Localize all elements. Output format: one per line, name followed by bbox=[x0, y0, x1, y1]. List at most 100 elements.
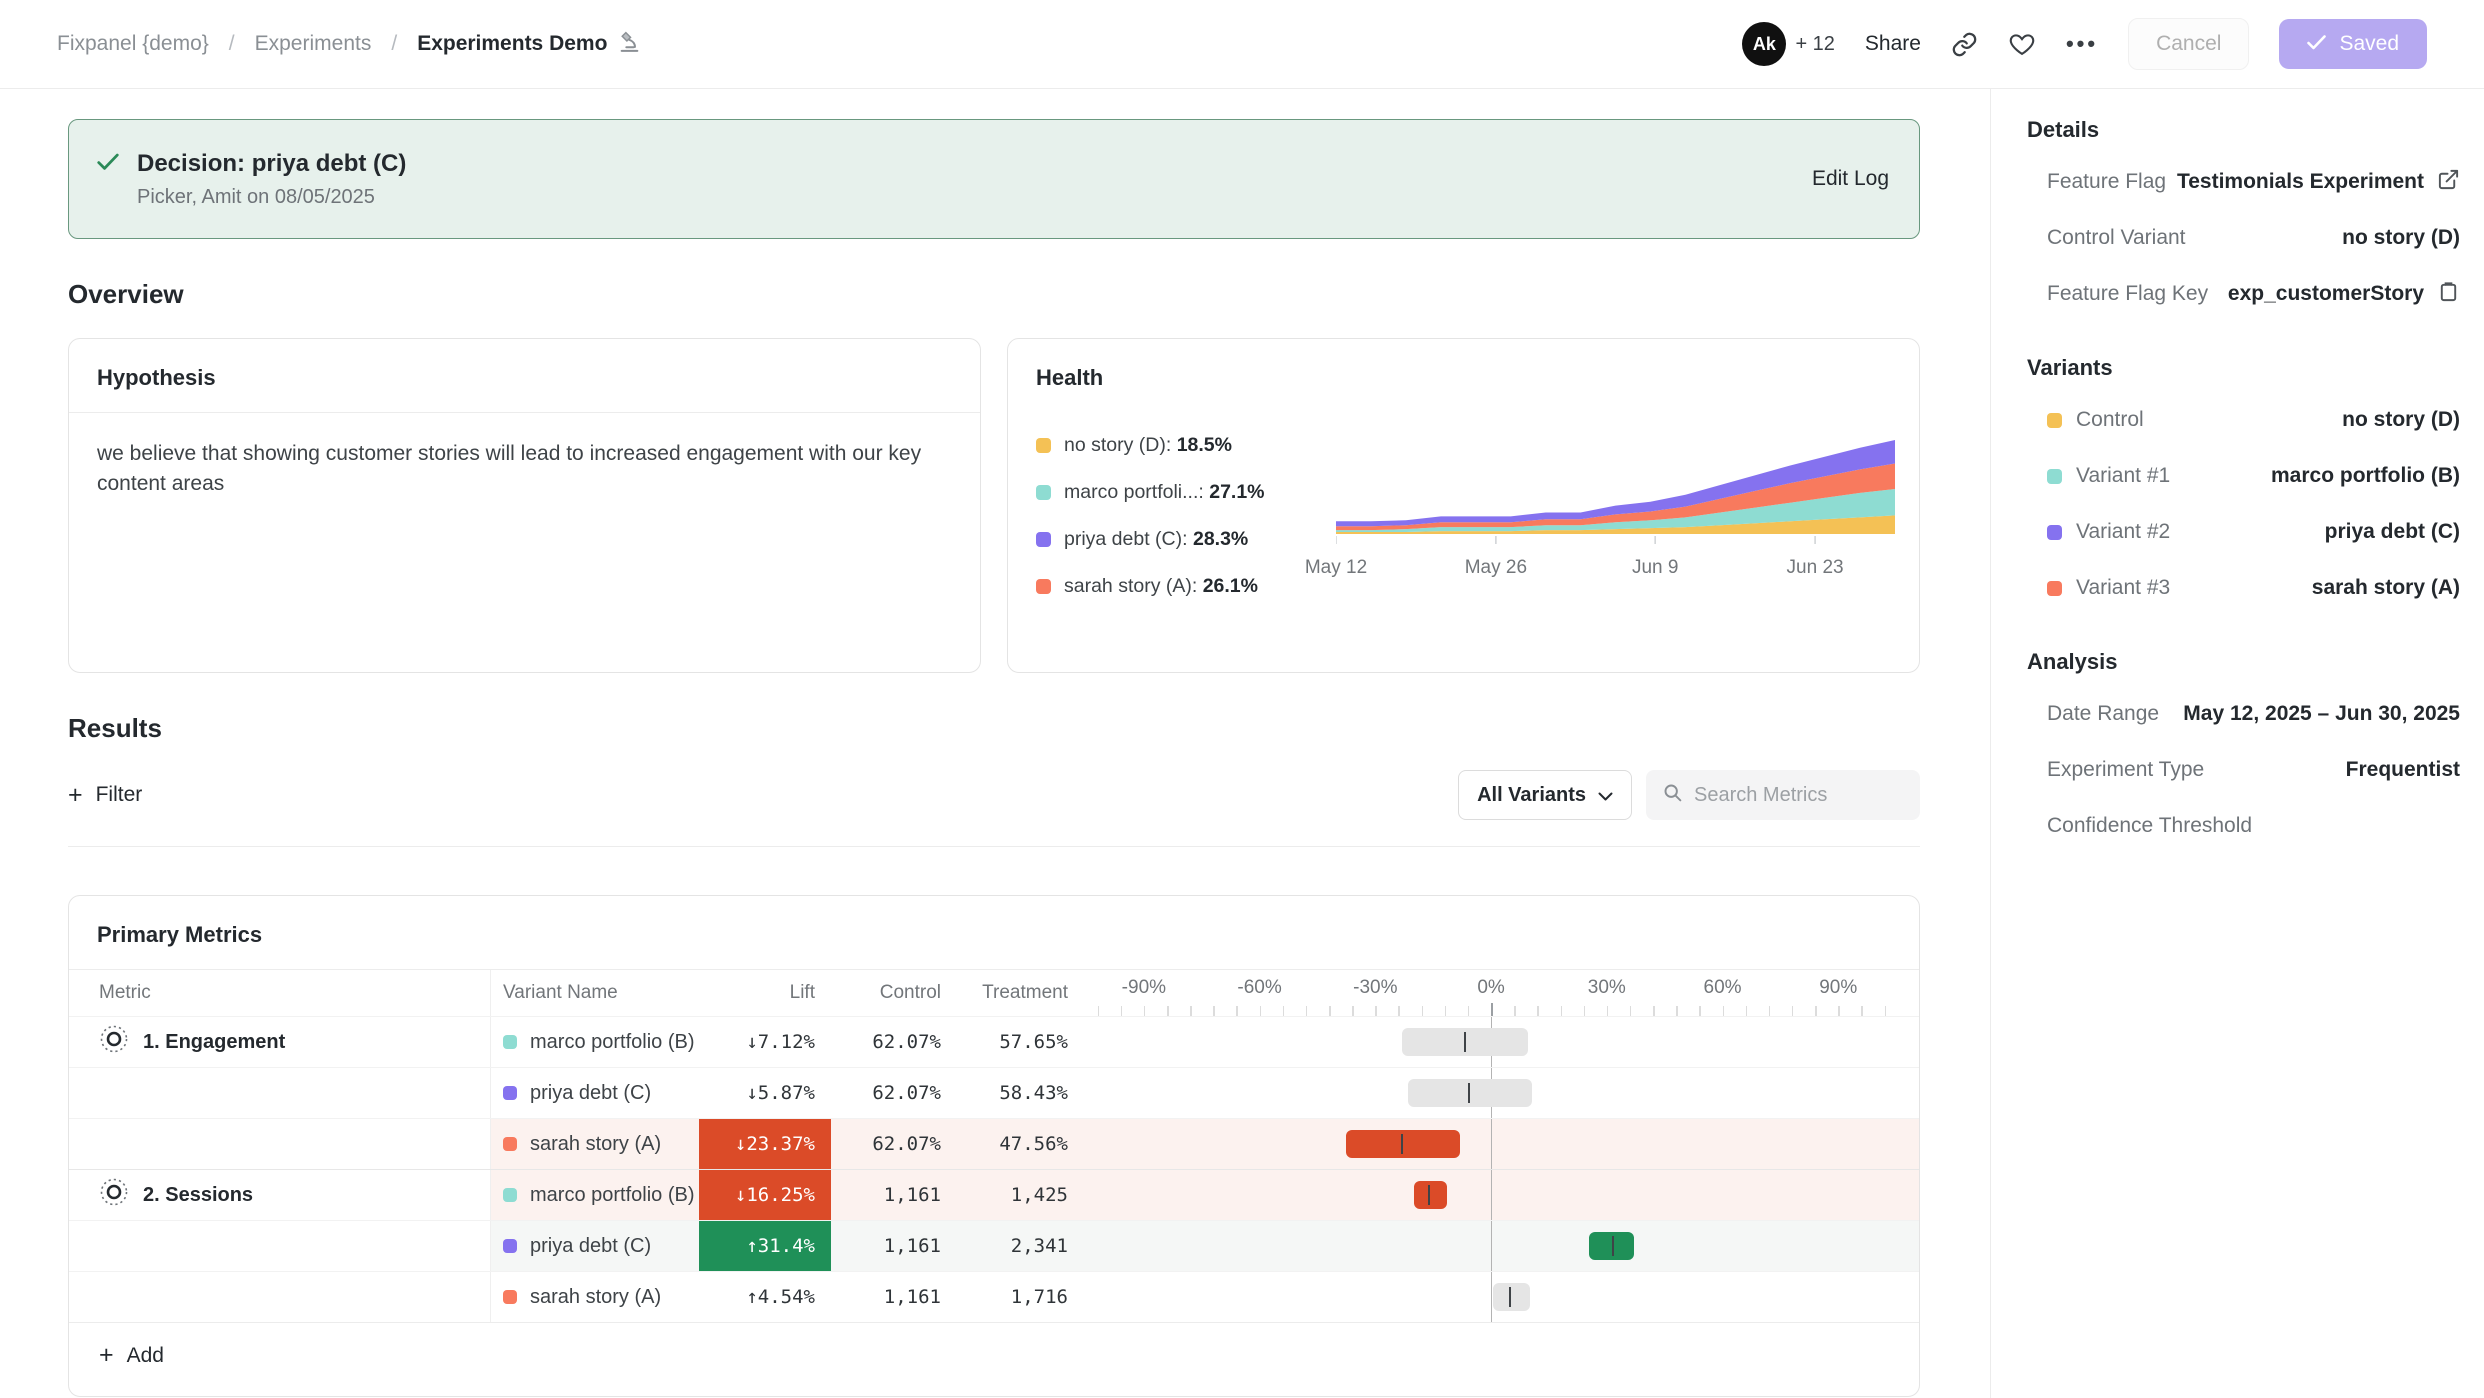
confidence-interval-plot bbox=[1084, 1221, 1919, 1271]
axis-minor-tick bbox=[1723, 1006, 1725, 1016]
sidebar-row-value: priya debt (C) bbox=[2325, 520, 2460, 544]
variant-color-dot bbox=[2047, 469, 2062, 484]
control-value: 1,161 bbox=[831, 1272, 957, 1322]
results-heading: Results bbox=[68, 713, 1920, 744]
sidebar-row-value: marco portfolio (B) bbox=[2271, 464, 2460, 488]
lift-cell: ↓7.12% bbox=[699, 1017, 831, 1067]
health-chart: May 12May 26Jun 9Jun 23 bbox=[1336, 418, 1895, 622]
variant-name: sarah story (A) bbox=[530, 1133, 661, 1156]
add-filter-button[interactable]: + Filter bbox=[68, 781, 142, 810]
chevron-down-icon bbox=[1598, 784, 1613, 807]
variant-cell[interactable]: priya debt (C) bbox=[491, 1221, 699, 1271]
sidebar-row-value: no story (D) bbox=[2342, 226, 2460, 250]
variant-cell[interactable]: priya debt (C) bbox=[491, 1068, 699, 1118]
sidebar-row: Feature Flag Keyexp_customerStory bbox=[2027, 277, 2460, 311]
variant-cell[interactable]: sarah story (A) bbox=[491, 1272, 699, 1322]
decision-banner: Decision: priya debt (C) Picker, Amit on… bbox=[68, 119, 1920, 239]
share-button[interactable]: Share bbox=[1865, 32, 1921, 56]
external-link-icon[interactable] bbox=[2437, 168, 2460, 197]
interval-marker bbox=[1509, 1287, 1511, 1307]
decision-subtitle: Picker, Amit on 08/05/2025 bbox=[137, 186, 406, 209]
edit-log-button[interactable]: Edit Log bbox=[1812, 167, 1889, 191]
table-row: 1. Engagementmarco portfolio (B)↓7.12%62… bbox=[69, 1016, 1919, 1067]
avatar[interactable]: Ak bbox=[1742, 22, 1786, 66]
interval-marker bbox=[1401, 1134, 1403, 1154]
variants-dropdown[interactable]: All Variants bbox=[1458, 770, 1632, 820]
control-value: 1,161 bbox=[831, 1221, 957, 1271]
variant-color-dot bbox=[2047, 525, 2062, 540]
sidebar-value-text: no story (D) bbox=[2342, 226, 2460, 250]
legend-item: no story (D): 18.5% bbox=[1036, 434, 1336, 457]
search-metrics-input[interactable] bbox=[1694, 784, 1904, 807]
saved-button[interactable]: Saved bbox=[2279, 19, 2427, 69]
breadcrumb-project[interactable]: Fixpanel {demo} bbox=[57, 32, 209, 56]
zero-line bbox=[1491, 1170, 1492, 1220]
decision-title: Decision: priya debt (C) bbox=[137, 150, 406, 178]
lift-value: ↓23.37% bbox=[699, 1119, 831, 1169]
variant-cell[interactable]: marco portfolio (B) bbox=[491, 1170, 699, 1220]
interval-bar[interactable] bbox=[1493, 1283, 1530, 1311]
variant-color-dot bbox=[503, 1086, 517, 1100]
axis-minor-tick bbox=[1422, 1006, 1424, 1016]
sidebar-row-value: sarah story (A) bbox=[2312, 576, 2460, 600]
collaborators[interactable]: Ak + 12 bbox=[1742, 22, 1834, 66]
variants-heading: Variants bbox=[2027, 355, 2460, 381]
search-icon bbox=[1662, 782, 1683, 808]
x-tick-label: Jun 23 bbox=[1787, 557, 1844, 579]
add-metric-button[interactable]: + Add bbox=[69, 1322, 1919, 1396]
metric-cell bbox=[69, 1272, 491, 1322]
sidebar-row: Experiment TypeFrequentist bbox=[2027, 753, 2460, 787]
interval-bar[interactable] bbox=[1346, 1130, 1460, 1158]
axis-minor-tick bbox=[1537, 1006, 1539, 1016]
treatment-value: 57.65% bbox=[957, 1017, 1084, 1067]
sidebar-row-label: Feature Flag bbox=[2047, 170, 2166, 194]
variant-color-dot bbox=[2047, 413, 2062, 428]
health-legend: no story (D): 18.5%marco portfoli...: 27… bbox=[1036, 418, 1336, 622]
sidebar-row: Controlno story (D) bbox=[2027, 403, 2460, 437]
x-tick-label: May 12 bbox=[1305, 557, 1367, 579]
sidebar-row-label: Experiment Type bbox=[2047, 758, 2204, 782]
sidebar-row-value: Testimonials Experiment bbox=[2177, 168, 2460, 197]
lift-value: ↑31.4% bbox=[699, 1221, 831, 1271]
axis-tick-label: 0% bbox=[1477, 977, 1504, 999]
variant-cell[interactable]: sarah story (A) bbox=[491, 1119, 699, 1169]
axis-minor-tick bbox=[1398, 1006, 1400, 1016]
header-actions: Ak + 12 Share ••• Cancel Saved bbox=[1742, 18, 2427, 70]
hypothesis-body[interactable]: we believe that showing customer stories… bbox=[69, 413, 969, 526]
zero-line bbox=[1491, 1272, 1492, 1322]
clipboard-icon[interactable] bbox=[2437, 280, 2460, 309]
axis-minor-tick bbox=[1699, 1006, 1701, 1016]
axis-minor-tick bbox=[1561, 1006, 1563, 1016]
axis-minor-tick bbox=[1121, 1006, 1123, 1016]
axis-minor-tick bbox=[1375, 1006, 1377, 1016]
sidebar-value-text: May 12, 2025 – Jun 30, 2025 bbox=[2183, 702, 2460, 726]
axis-minor-tick bbox=[1445, 1006, 1447, 1016]
axis-minor-tick bbox=[1260, 1006, 1262, 1016]
variant-cell[interactable]: marco portfolio (B) bbox=[491, 1017, 699, 1067]
plus-icon: + bbox=[99, 1341, 114, 1370]
copy-link-icon[interactable] bbox=[1951, 31, 1978, 58]
sidebar-row-left: Control bbox=[2047, 408, 2144, 432]
breadcrumb-experiments[interactable]: Experiments bbox=[255, 32, 372, 56]
axis-tick-label: 30% bbox=[1588, 977, 1626, 999]
cancel-button[interactable]: Cancel bbox=[2128, 18, 2249, 70]
variant-color-dot bbox=[2047, 581, 2062, 596]
favorite-heart-icon[interactable] bbox=[2008, 30, 2036, 58]
breadcrumb-current[interactable]: Experiments Demo bbox=[417, 29, 642, 60]
lift-cell: ↑31.4% bbox=[699, 1221, 831, 1271]
column-metric: Metric bbox=[69, 970, 491, 1016]
lift-cell: ↓23.37% bbox=[699, 1119, 831, 1169]
column-variant-name: Variant Name bbox=[491, 970, 699, 1016]
variant-color-dot bbox=[503, 1239, 517, 1253]
sidebar-value-text: Testimonials Experiment bbox=[2177, 170, 2424, 194]
axis-minor-tick bbox=[1607, 1006, 1609, 1016]
treatment-value: 1,716 bbox=[957, 1272, 1084, 1322]
table-row: sarah story (A)↓23.37%62.07%47.56% bbox=[69, 1118, 1919, 1169]
sidebar-row: Variant #1marco portfolio (B) bbox=[2027, 459, 2460, 493]
more-menu-button[interactable]: ••• bbox=[2066, 31, 2098, 57]
sidebar-row-left: Variant #3 bbox=[2047, 576, 2170, 600]
microscope-emoji bbox=[617, 29, 642, 60]
sidebar-row-label: Control Variant bbox=[2047, 226, 2186, 250]
axis-minor-tick bbox=[1746, 1006, 1748, 1016]
sidebar-row-label: Variant #2 bbox=[2076, 520, 2170, 544]
